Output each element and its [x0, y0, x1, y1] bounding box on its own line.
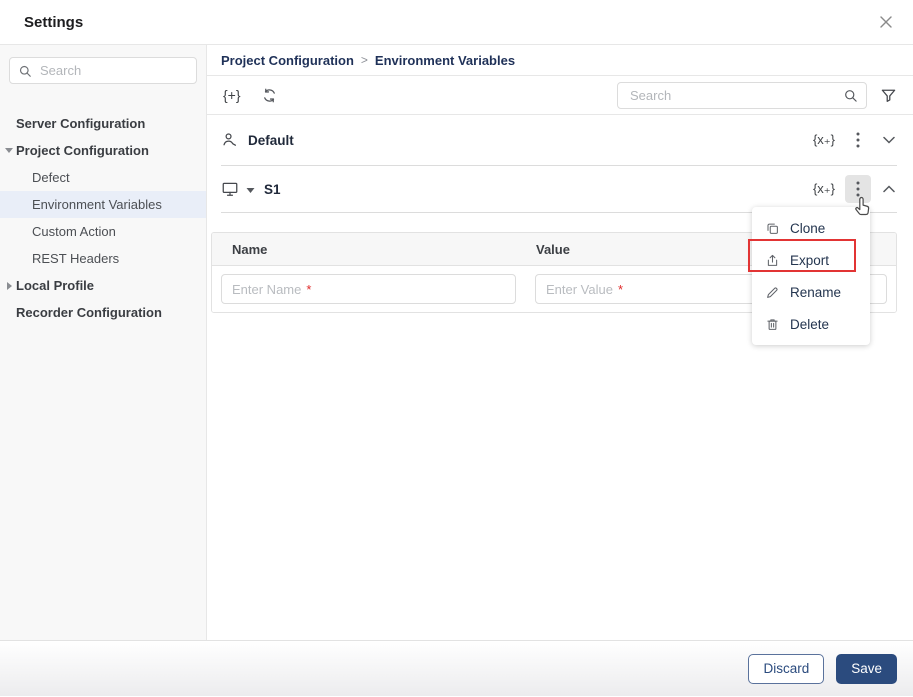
required-asterisk: * — [306, 281, 312, 297]
breadcrumb-parent[interactable]: Project Configuration — [221, 53, 354, 68]
menu-item-label: Clone — [790, 220, 826, 236]
kebab-menu-icon-active[interactable] — [845, 175, 871, 203]
env-vars-toolbar: {+} — [207, 76, 913, 115]
refresh-icon[interactable] — [261, 87, 278, 104]
user-icon — [221, 131, 239, 149]
sidebar-search-input[interactable] — [38, 62, 188, 79]
dropdown-caret-icon[interactable] — [246, 187, 255, 194]
add-variable-icon[interactable]: {x₊} — [813, 132, 835, 148]
environment-section-default[interactable]: Default {x₊} — [221, 115, 897, 166]
section-context-menu: Clone Export Rename Delete — [752, 207, 870, 345]
variables-search-box[interactable] — [617, 81, 867, 109]
breadcrumb: Project Configuration > Environment Vari… — [207, 45, 913, 76]
export-icon — [765, 253, 780, 268]
sidebar-item-rest-headers[interactable]: REST Headers — [0, 245, 206, 272]
sidebar-item-label: Project Configuration — [16, 143, 149, 158]
sidebar-item-label: Server Configuration — [16, 116, 146, 131]
settings-sidebar: Server Configuration Project Configurati… — [0, 45, 207, 640]
chevron-down-icon — [4, 145, 14, 155]
section-label-default: Default — [248, 132, 294, 148]
sidebar-item-label: REST Headers — [32, 251, 120, 266]
kebab-menu-icon[interactable] — [845, 126, 871, 154]
menu-item-label: Rename — [790, 284, 842, 300]
environment-section-s1[interactable]: S1 {x₊} — [221, 166, 897, 213]
monitor-icon — [221, 180, 239, 198]
sidebar-item-environment-variables[interactable]: Environment Variables — [0, 191, 206, 218]
sidebar-item-defect[interactable]: Defect — [0, 164, 206, 191]
menu-item-export[interactable]: Export — [752, 244, 870, 276]
menu-item-clone[interactable]: Clone — [752, 212, 870, 244]
sidebar-item-custom-action[interactable]: Custom Action — [0, 218, 206, 245]
chevron-down-icon[interactable] — [881, 134, 897, 146]
toolbar-right-group — [617, 81, 897, 109]
add-variable-icon[interactable]: {x₊} — [813, 181, 835, 197]
close-icon[interactable] — [875, 11, 897, 33]
breadcrumb-current: Environment Variables — [374, 52, 516, 68]
search-icon — [18, 64, 32, 78]
search-icon — [843, 88, 858, 103]
sidebar-item-server-configuration[interactable]: Server Configuration — [0, 110, 206, 137]
sidebar-item-label: Recorder Configuration — [16, 305, 162, 320]
chevron-up-icon[interactable] — [881, 183, 897, 195]
pencil-icon — [765, 285, 780, 300]
clone-icon — [765, 221, 780, 236]
page-title: Settings — [24, 13, 84, 31]
name-placeholder: Enter Name — [232, 281, 302, 297]
add-environment-icon[interactable]: {+} — [223, 87, 241, 103]
sidebar-item-local-profile[interactable]: Local Profile — [0, 272, 206, 299]
sidebar-item-label: Custom Action — [32, 224, 116, 239]
name-cell: Enter Name * — [212, 274, 526, 304]
value-placeholder: Enter Value — [546, 281, 613, 297]
default-section-actions: {x₊} — [813, 126, 897, 154]
menu-item-label: Export — [790, 252, 830, 268]
settings-titlebar: Settings — [0, 0, 913, 45]
breadcrumb-separator: > — [360, 53, 368, 67]
sidebar-item-recorder-configuration[interactable]: Recorder Configuration — [0, 299, 206, 326]
name-field[interactable]: Enter Name * — [221, 274, 516, 304]
section-label-s1: S1 — [264, 181, 281, 197]
trash-icon — [765, 317, 780, 332]
sidebar-item-label: Local Profile — [16, 278, 95, 293]
sidebar-item-label: Environment Variables — [32, 197, 162, 212]
sidebar-item-project-configuration[interactable]: Project Configuration — [0, 137, 206, 164]
menu-item-label: Delete — [790, 316, 830, 332]
sidebar-nav: Server Configuration Project Configurati… — [0, 110, 206, 326]
menu-item-delete[interactable]: Delete — [752, 308, 870, 340]
save-button[interactable]: Save — [836, 653, 897, 684]
chevron-right-icon — [4, 281, 14, 291]
filter-icon[interactable] — [880, 87, 897, 104]
variables-search-input[interactable] — [628, 86, 843, 104]
s1-section-actions: {x₊} — [813, 175, 897, 203]
dialog-footer: Discard Save — [0, 640, 913, 696]
menu-item-rename[interactable]: Rename — [752, 276, 870, 308]
column-header-name: Name — [232, 241, 268, 257]
sidebar-search-box[interactable] — [9, 57, 197, 84]
required-asterisk: * — [617, 281, 624, 297]
sidebar-item-label: Defect — [32, 170, 70, 185]
discard-button[interactable]: Discard — [748, 653, 825, 684]
